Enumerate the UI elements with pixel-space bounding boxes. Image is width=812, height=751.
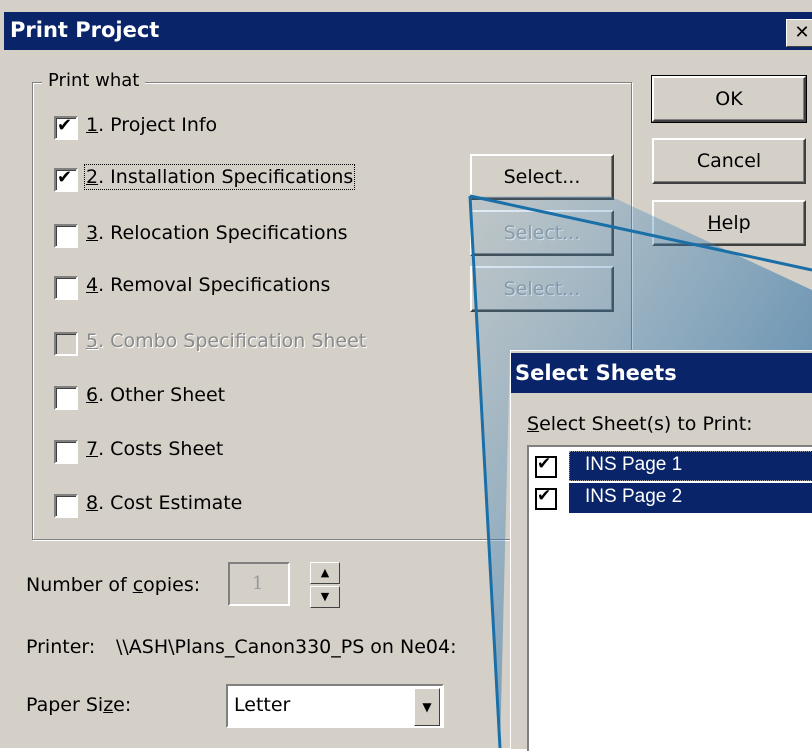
option-key: 1 xyxy=(86,114,99,136)
checkbox-costs-sheet[interactable] xyxy=(54,440,78,464)
print-what-label: Print what xyxy=(42,70,146,91)
select-removal-button: Select... xyxy=(470,266,614,312)
close-icon[interactable]: ✕ xyxy=(786,19,812,47)
option-key: 5 xyxy=(86,330,99,352)
copies-down-icon[interactable]: ▼ xyxy=(310,586,340,608)
copies-input: 1 xyxy=(228,562,290,606)
printer-label: Printer: xyxy=(26,636,96,658)
sheet-list[interactable]: INS Page 1 INS Page 2 xyxy=(527,445,812,751)
checkbox-combo-specification-sheet xyxy=(54,332,78,356)
select-installation-button[interactable]: Select... xyxy=(470,154,614,200)
option-label: . Relocation Specifications xyxy=(98,222,348,244)
help-label: elp xyxy=(721,212,751,234)
option-key: 4 xyxy=(86,274,99,296)
copies-label-key: c xyxy=(132,574,144,596)
copies-label-post: opies: xyxy=(143,574,201,596)
title-bar: Print Project ✕ xyxy=(4,12,812,50)
help-button[interactable]: Help xyxy=(652,200,806,246)
sheet-checkbox[interactable] xyxy=(535,486,557,510)
ok-button[interactable]: OK xyxy=(651,75,807,123)
option-label: . Other Sheet xyxy=(98,384,226,406)
copies-label-pre: Number of xyxy=(26,574,133,596)
option-key: 2 xyxy=(86,166,99,188)
option-key: 6 xyxy=(86,384,99,406)
dialog-title: Print Project xyxy=(10,18,160,42)
select-sheets-title-bar: Select Sheets xyxy=(511,353,812,393)
option-label: . Costs Sheet xyxy=(98,438,224,460)
paper-label-pre: Paper Si xyxy=(26,694,104,716)
checkbox-project-info[interactable] xyxy=(54,115,78,140)
list-item[interactable]: INS Page 1 xyxy=(529,451,812,481)
paper-size-label: Paper Size: xyxy=(26,694,131,716)
select-relocation-button: Select... xyxy=(470,210,614,256)
sheet-label: INS Page 1 xyxy=(569,451,812,481)
paper-label-post: e: xyxy=(113,694,132,716)
select-sheets-title: Select Sheets xyxy=(515,361,677,385)
checkbox-cost-estimate[interactable] xyxy=(54,494,78,518)
cancel-button[interactable]: Cancel xyxy=(652,138,806,184)
help-key: H xyxy=(707,212,722,234)
option-key: 3 xyxy=(86,222,99,244)
printer-value: \\ASH\Plans_Canon330_PS on Ne04: xyxy=(116,636,457,658)
select-sheets-label-rest: elect Sheet(s) to Print: xyxy=(539,413,753,435)
dropdown-arrow-icon[interactable]: ▼ xyxy=(414,688,440,726)
checkbox-installation-specifications[interactable] xyxy=(54,167,78,192)
checkbox-relocation-specifications[interactable] xyxy=(54,224,78,248)
copies-label: Number of copies: xyxy=(26,574,200,596)
option-key: 7 xyxy=(86,438,99,460)
option-label: . Combo Specification Sheet xyxy=(98,330,367,352)
option-key: 8 xyxy=(86,492,99,514)
paper-size-select[interactable]: Letter ▼ xyxy=(226,684,444,728)
option-label: . Installation Specifications xyxy=(98,166,354,188)
option-label: . Removal Specifications xyxy=(98,274,331,296)
option-label: . Project Info xyxy=(98,114,218,136)
select-sheets-label: Select Sheet(s) to Print: xyxy=(527,413,753,435)
checkbox-removal-specifications[interactable] xyxy=(54,276,78,300)
checkbox-other-sheet[interactable] xyxy=(54,386,78,410)
copies-up-icon[interactable]: ▲ xyxy=(310,562,340,584)
list-item[interactable]: INS Page 2 xyxy=(529,483,812,513)
sheet-label: INS Page 2 xyxy=(569,483,812,513)
paper-size-value: Letter xyxy=(234,694,291,716)
paper-label-key: z xyxy=(103,694,114,716)
option-label: . Cost Estimate xyxy=(98,492,243,514)
sheet-checkbox[interactable] xyxy=(535,454,557,478)
select-sheets-label-key: S xyxy=(527,413,540,435)
select-sheets-dialog: Select Sheets Select Sheet(s) to Print: … xyxy=(510,350,812,751)
